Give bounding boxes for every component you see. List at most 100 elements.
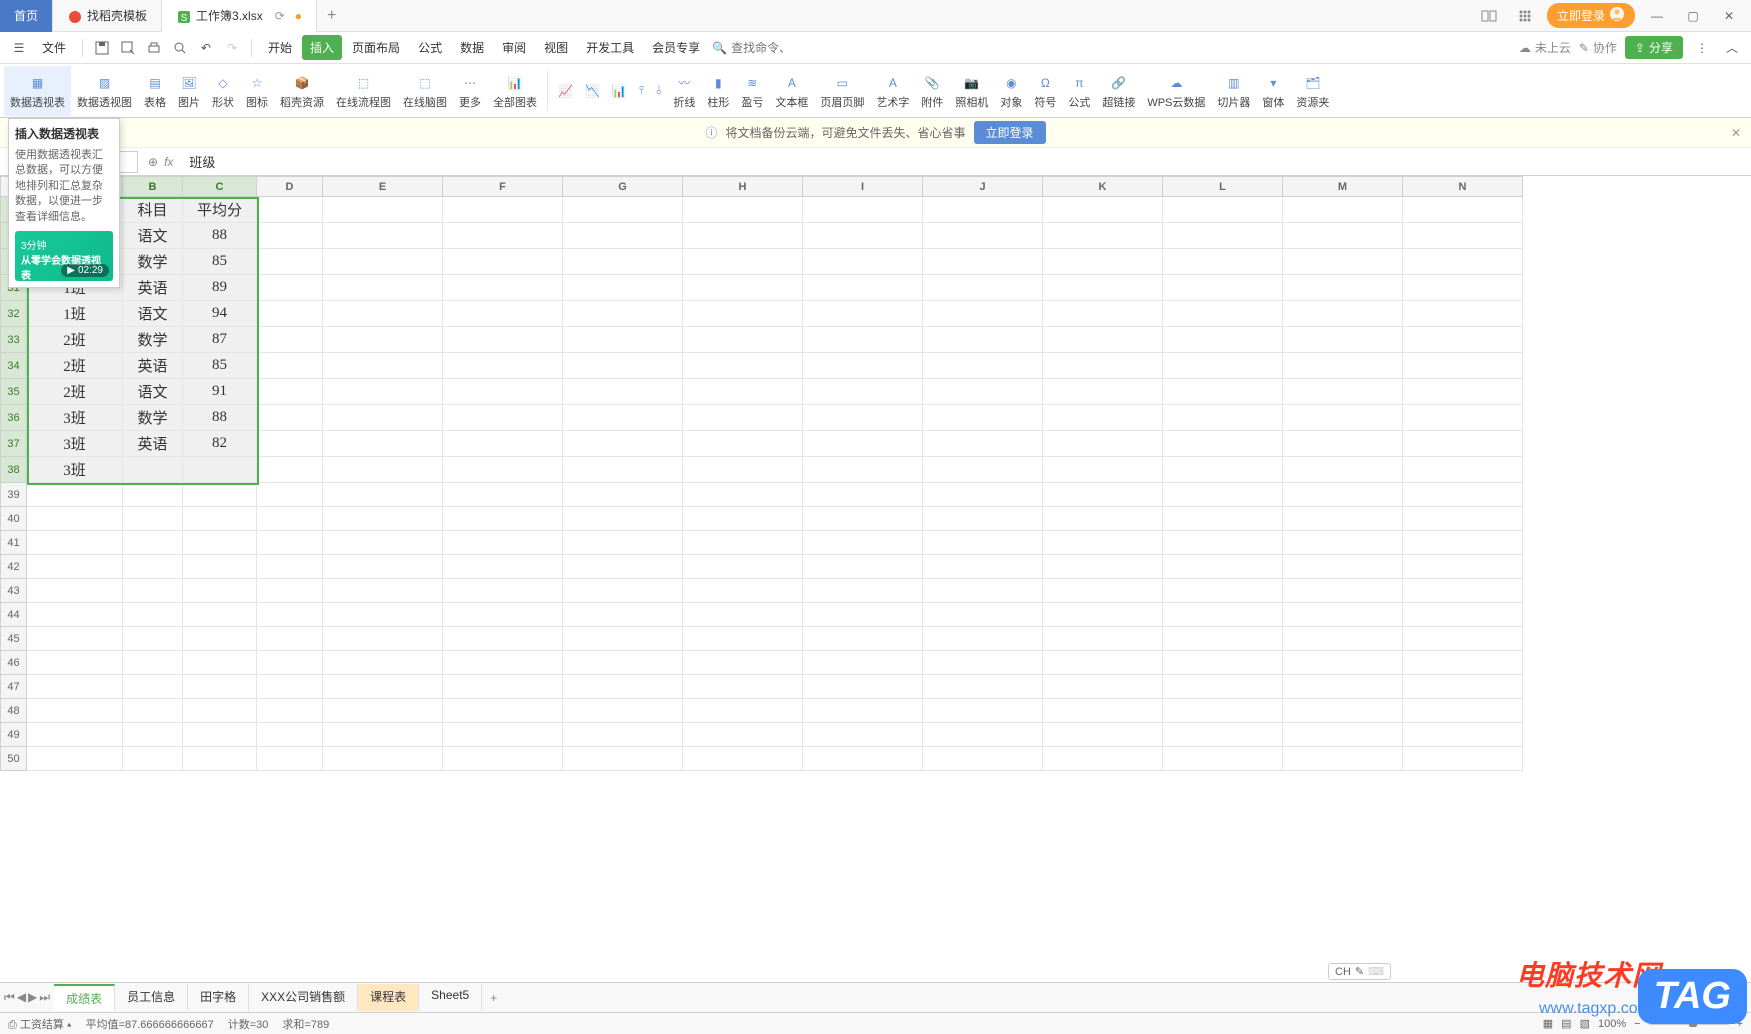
cell-A33[interactable]: 2班: [27, 327, 123, 353]
cell-H46[interactable]: [683, 651, 803, 675]
col-header-G[interactable]: G: [563, 177, 683, 197]
row-header-47[interactable]: 47: [1, 675, 27, 699]
cell-G40[interactable]: [563, 507, 683, 531]
cell-C46[interactable]: [183, 651, 257, 675]
cell-B30[interactable]: 数学: [123, 249, 183, 275]
cell-I35[interactable]: [803, 379, 923, 405]
tooltip-video[interactable]: 3分钟 从零学会数据透视表 ▶ 02:29: [15, 231, 113, 281]
cell-M47[interactable]: [1283, 675, 1403, 699]
cell-L47[interactable]: [1163, 675, 1283, 699]
cell-F42[interactable]: [443, 555, 563, 579]
cell-L36[interactable]: [1163, 405, 1283, 431]
cell-E36[interactable]: [323, 405, 443, 431]
cell-G46[interactable]: [563, 651, 683, 675]
cell-M29[interactable]: [1283, 223, 1403, 249]
cell-L33[interactable]: [1163, 327, 1283, 353]
menu-tab-3[interactable]: 公式: [410, 35, 450, 60]
cell-B31[interactable]: 英语: [123, 275, 183, 301]
cell-C39[interactable]: [183, 483, 257, 507]
cell-N50[interactable]: [1403, 747, 1523, 771]
cell-G48[interactable]: [563, 699, 683, 723]
login-button[interactable]: 立即登录: [1547, 3, 1635, 28]
cell-I30[interactable]: [803, 249, 923, 275]
cell-B47[interactable]: [123, 675, 183, 699]
cell-J46[interactable]: [923, 651, 1043, 675]
cell-G42[interactable]: [563, 555, 683, 579]
cell-F37[interactable]: [443, 431, 563, 457]
cell-L32[interactable]: [1163, 301, 1283, 327]
cell-J28[interactable]: [923, 197, 1043, 223]
cell-M39[interactable]: [1283, 483, 1403, 507]
row-header-38[interactable]: 38: [1, 457, 27, 483]
row-header-40[interactable]: 40: [1, 507, 27, 531]
cell-I45[interactable]: [803, 627, 923, 651]
cell-F43[interactable]: [443, 579, 563, 603]
ribbon-图标[interactable]: ☆图标: [240, 66, 274, 116]
cell-G47[interactable]: [563, 675, 683, 699]
cell-G36[interactable]: [563, 405, 683, 431]
col-header-M[interactable]: M: [1283, 177, 1403, 197]
cell-I42[interactable]: [803, 555, 923, 579]
cell-K46[interactable]: [1043, 651, 1163, 675]
cell-D42[interactable]: [257, 555, 323, 579]
cell-J38[interactable]: [923, 457, 1043, 483]
cell-L31[interactable]: [1163, 275, 1283, 301]
cell-D50[interactable]: [257, 747, 323, 771]
cell-N44[interactable]: [1403, 603, 1523, 627]
cell-M31[interactable]: [1283, 275, 1403, 301]
cell-L37[interactable]: [1163, 431, 1283, 457]
cell-L45[interactable]: [1163, 627, 1283, 651]
cell-G35[interactable]: [563, 379, 683, 405]
cell-H44[interactable]: [683, 603, 803, 627]
cell-C41[interactable]: [183, 531, 257, 555]
cell-B48[interactable]: [123, 699, 183, 723]
cell-D33[interactable]: [257, 327, 323, 353]
cell-A40[interactable]: [27, 507, 123, 531]
cell-L43[interactable]: [1163, 579, 1283, 603]
ribbon-公式[interactable]: π公式: [1062, 66, 1096, 116]
ribbon-对象[interactable]: ◉对象: [994, 66, 1028, 116]
cell-M40[interactable]: [1283, 507, 1403, 531]
cell-D32[interactable]: [257, 301, 323, 327]
cell-G50[interactable]: [563, 747, 683, 771]
cell-K47[interactable]: [1043, 675, 1163, 699]
row-header-49[interactable]: 49: [1, 723, 27, 747]
cell-I40[interactable]: [803, 507, 923, 531]
cell-F49[interactable]: [443, 723, 563, 747]
cell-J42[interactable]: [923, 555, 1043, 579]
cell-G41[interactable]: [563, 531, 683, 555]
ribbon-WPS云数据[interactable]: ☁WPS云数据: [1141, 66, 1211, 116]
sheet-prev-icon[interactable]: ◀: [17, 990, 26, 1005]
formula-input[interactable]: 班级: [183, 152, 1751, 171]
sheet-tab-1[interactable]: 成绩表: [54, 984, 115, 1011]
cell-H31[interactable]: [683, 275, 803, 301]
cell-K38[interactable]: [1043, 457, 1163, 483]
cell-C50[interactable]: [183, 747, 257, 771]
cell-M48[interactable]: [1283, 699, 1403, 723]
cell-H43[interactable]: [683, 579, 803, 603]
cell-M37[interactable]: [1283, 431, 1403, 457]
cell-E28[interactable]: [323, 197, 443, 223]
cell-J30[interactable]: [923, 249, 1043, 275]
cell-L41[interactable]: [1163, 531, 1283, 555]
cell-A45[interactable]: [27, 627, 123, 651]
cell-N40[interactable]: [1403, 507, 1523, 531]
row-header-39[interactable]: 39: [1, 483, 27, 507]
cell-G43[interactable]: [563, 579, 683, 603]
row-header-35[interactable]: 35: [1, 379, 27, 405]
cell-B34[interactable]: 英语: [123, 353, 183, 379]
cell-C47[interactable]: [183, 675, 257, 699]
sheet-tab-5[interactable]: 课程表: [358, 984, 419, 1011]
cell-K35[interactable]: [1043, 379, 1163, 405]
status-sheet-icon[interactable]: ⎙ 工资结算 ▴: [8, 1016, 72, 1032]
row-header-45[interactable]: 45: [1, 627, 27, 651]
cell-D36[interactable]: [257, 405, 323, 431]
home-tab[interactable]: 首页: [0, 0, 53, 32]
cell-L48[interactable]: [1163, 699, 1283, 723]
cell-A36[interactable]: 3班: [27, 405, 123, 431]
infobar-close-icon[interactable]: ✕: [1731, 126, 1741, 140]
cell-D30[interactable]: [257, 249, 323, 275]
ribbon-chart-13[interactable]: 📊: [606, 66, 633, 116]
print-icon[interactable]: [143, 37, 165, 59]
cell-E29[interactable]: [323, 223, 443, 249]
